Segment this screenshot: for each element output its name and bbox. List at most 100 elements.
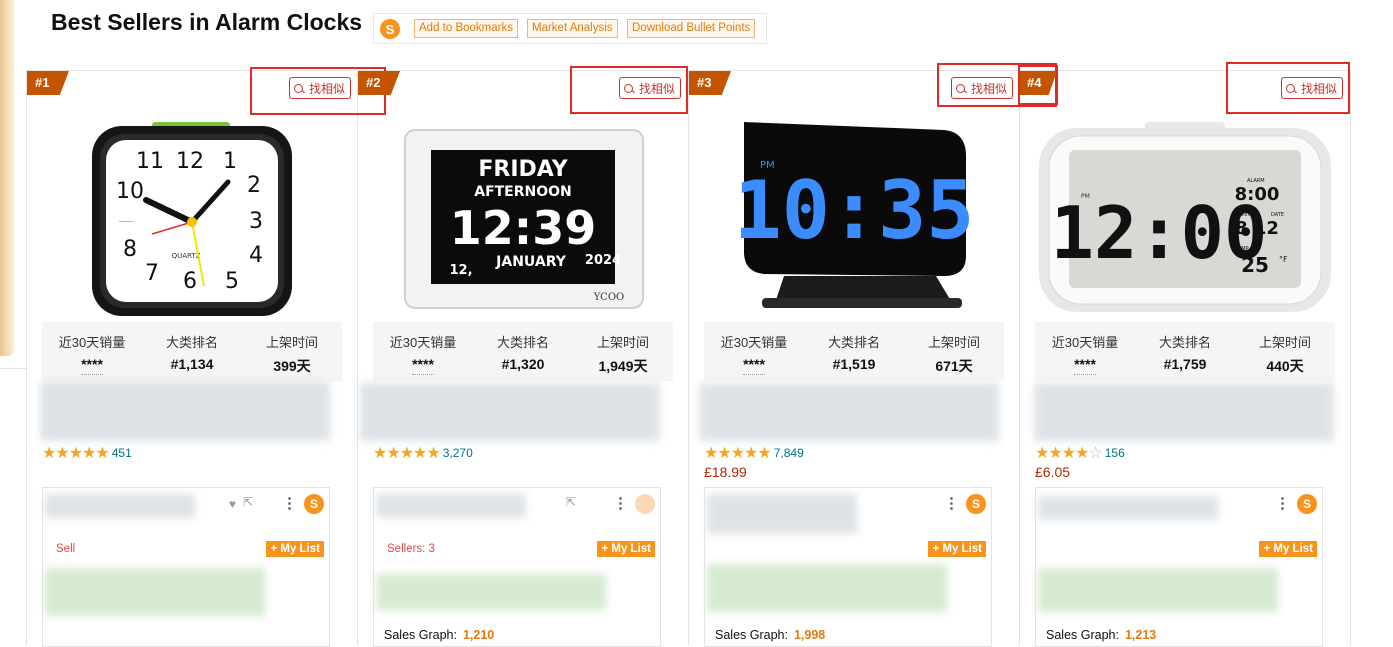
sales-graph[interactable]: Sales Graph: 1,210 [384,628,494,642]
seller-tool-logo-icon[interactable]: S [966,494,986,514]
seller-tool-panel: ⋮ S + My List Sales Graph: 1,998 [704,487,992,647]
svg-text:QUARTZ: QUARTZ [172,252,201,260]
blurred-panel-rows [707,564,947,612]
rating[interactable]: ★★★★☆ 156 [1035,443,1125,463]
blurred-panel-row [707,494,857,534]
blurred-title [360,383,660,441]
seller-tool-logo-icon[interactable]: S [380,19,400,39]
more-options-icon[interactable]: ⋮ [944,494,959,512]
find-similar-button[interactable]: 找相似 [289,77,352,99]
share-icon[interactable]: ⇱ [566,495,576,509]
find-similar-button[interactable]: 找相似 [619,77,682,99]
svg-text:12:39: 12:39 [450,201,596,255]
blurred-panel-row [45,494,195,518]
svg-text:1: 1 [223,149,237,174]
share-icon[interactable]: ⇱ [243,495,253,509]
blurred-title [40,381,330,441]
svg-text:2024: 2024 [585,253,621,268]
find-similar-button[interactable]: 找相似 [1281,77,1344,99]
product-image[interactable]: PM 12:00 ALARM 8:00 MONTH DATE 8 12 TEMP… [1035,116,1335,324]
svg-text:8: 8 [123,237,137,262]
svg-text:TEMP: TEMP [1234,246,1249,252]
stat-sales: 近30天销量 **** [373,322,473,381]
review-count[interactable]: 451 [112,446,132,460]
svg-text:JANUARY: JANUARY [495,254,567,270]
my-list-button[interactable]: + My List [266,541,324,557]
svg-text:AFTERNOON: AFTERNOON [474,184,572,200]
seller-tool-logo-icon[interactable]: S [304,494,324,514]
my-list-button[interactable]: + My List [1259,541,1317,557]
add-to-bookmarks-button[interactable]: Add to Bookmarks [414,19,518,38]
sellers-count: Sellers: 3 [387,543,435,555]
stat-category-rank: 大类排名 #1,134 [165,335,218,372]
star-rating-icon: ★★★★★ [373,445,441,462]
blurred-panel-rows [45,568,265,616]
svg-text:YCOO: YCOO [593,292,624,303]
left-decorative-strip [0,0,14,356]
rating[interactable]: ★★★★★ 3,270 [373,443,473,463]
sales-graph[interactable]: Sales Graph: 1,998 [715,628,825,642]
product-image[interactable]: FRIDAY AFTERNOON 12:39 12, JANUARY 2024 … [373,116,673,324]
extension-toolbar: S Add to Bookmarks Market Analysis Downl… [373,13,767,44]
product-card-3[interactable]: #3 找相似 PM 10:35 近30天销量 **** 大类排名 #1,519 … [689,63,1057,647]
heart-icon[interactable]: ♥ [229,497,236,511]
product-image[interactable]: PM 10:35 [704,116,1004,324]
svg-text:11: 11 [136,149,164,174]
svg-text:7: 7 [145,261,159,286]
price: £6.05 [1035,464,1071,480]
page-title: Best Sellers in Alarm Clocks [51,9,363,35]
more-options-icon[interactable]: ⋮ [1275,494,1290,512]
find-similar-button[interactable]: 找相似 [951,77,1014,99]
stat-sales: 近30天销量 **** [42,322,142,381]
stat-category-rank: 大类排名 #1,759 [1158,335,1211,372]
blurred-title [1034,383,1334,441]
stat-category-rank: 大类排名 #1,519 [827,335,880,372]
svg-text:FRIDAY: FRIDAY [478,157,568,182]
download-bullet-points-button[interactable]: Download Bullet Points [627,19,756,38]
stats-panel: 近30天销量 **** 大类排名 #1,519 上架时间 671天 [704,322,1004,381]
blurred-panel-row [376,494,526,518]
seller-tool-panel: ⇱ ⋮ Sellers: 3 + My List Sales Graph: 1,2… [373,487,661,647]
stat-listed-time: 上架时间 671天 [927,335,980,374]
my-list-button[interactable]: + My List [928,541,986,557]
market-analysis-button[interactable]: Market Analysis [527,19,618,38]
svg-text:10:35: 10:35 [734,164,975,257]
rating[interactable]: ★★★★★ 7,849 [704,443,804,463]
review-count[interactable]: 156 [1105,446,1125,460]
search-icon [956,83,965,93]
svg-text:4: 4 [249,243,263,268]
review-count[interactable]: 7,849 [774,446,804,460]
product-image[interactable]: 12 1 2 3 4 5 6 7 8 — 10 11 QUARTZ [42,116,342,324]
svg-text:10: 10 [116,179,144,204]
product-card-4[interactable]: 找相似 PM 12:00 ALARM 8:00 MONTH DATE 8 12 … [1020,62,1350,647]
stats-panel: 近30天销量 **** 大类排名 #1,320 上架时间 1,949天 [373,322,673,381]
seller-tool-logo-icon[interactable] [635,494,655,514]
stat-sales: 近30天销量 **** [704,322,804,381]
blurred-panel-rows [1038,568,1278,612]
star-rating-icon: ★★★★★ [42,445,110,462]
blurred-title [699,383,999,441]
price: £18.99 [704,464,747,480]
review-count[interactable]: 3,270 [443,446,473,460]
sales-graph[interactable]: Sales Graph: 1,213 [1046,628,1156,642]
svg-text:25: 25 [1241,253,1269,277]
svg-text:12: 12 [176,149,204,174]
more-options-icon[interactable]: ⋮ [282,494,297,512]
svg-text:6: 6 [183,269,197,294]
rank-badge: #1 [27,71,69,95]
star-rating-icon: ★★★★★ [704,445,772,462]
stat-listed-time: 上架时间 399天 [265,335,318,374]
product-card-2[interactable]: #2 找相似 FRIDAY AFTERNOON 12:39 12, JANUAR… [358,66,688,647]
stat-listed-time: 上架时间 440天 [1258,335,1311,374]
stat-listed-time: 上架时间 1,949天 [596,335,649,374]
search-icon [1286,83,1295,93]
svg-text:8 12: 8 12 [1235,218,1279,239]
rating[interactable]: ★★★★★ 451 [42,443,132,463]
product-card-1[interactable]: #1 找相似 12 1 2 3 4 5 6 7 8 — 10 11 QUARTZ [27,67,386,647]
seller-tool-logo-icon[interactable]: S [1297,494,1317,514]
my-list-button[interactable]: + My List [597,541,655,557]
svg-text:—: — [118,211,134,230]
seller-tool-panel: ♥ ⇱ ⋮ S Sell + My List [42,487,330,647]
more-options-icon[interactable]: ⋮ [613,494,628,512]
star-rating-icon: ★★★★☆ [1035,445,1103,462]
